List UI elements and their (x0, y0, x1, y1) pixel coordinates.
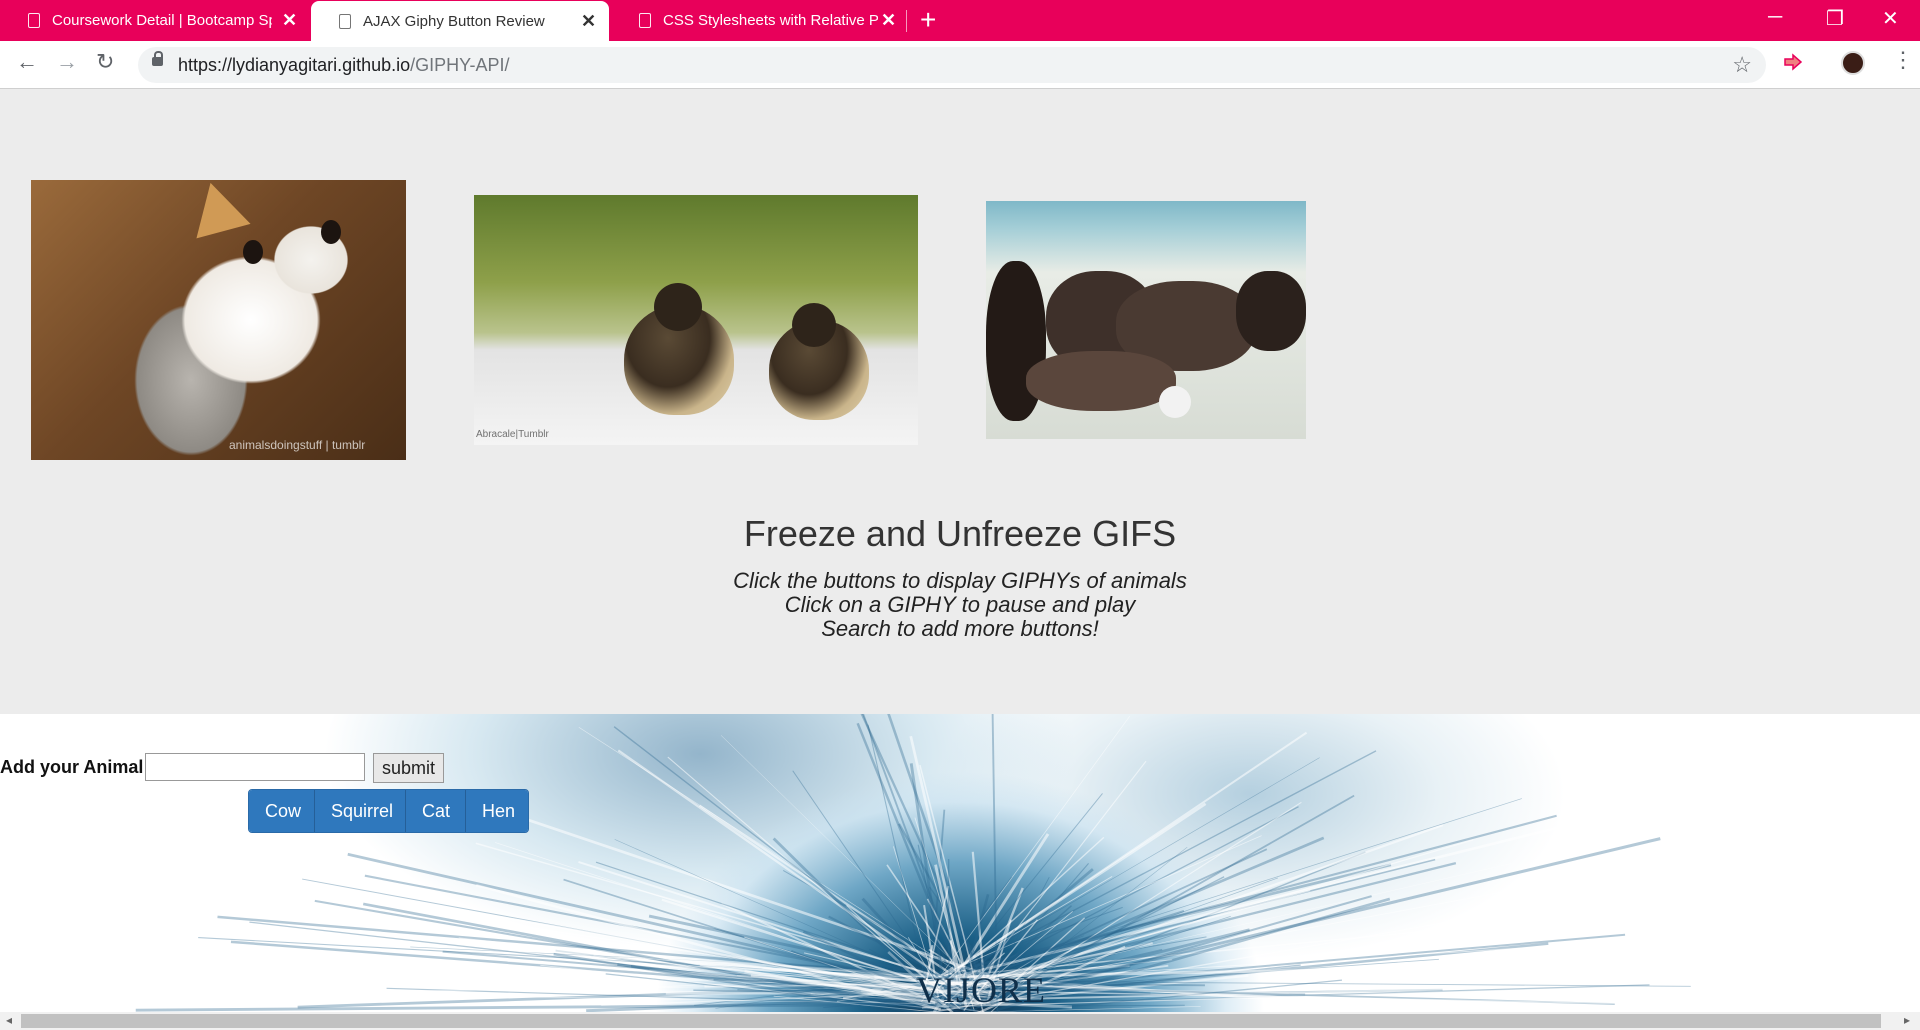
gif-image-puppies[interactable] (986, 201, 1306, 439)
brand-logo: VIJORE (916, 970, 1046, 1010)
kitten-ear (183, 180, 251, 239)
animal-button-group: Cow Squirrel Cat Hen (248, 789, 529, 833)
restore-button[interactable]: ❐ (1826, 6, 1844, 31)
splash-stroke (135, 1002, 970, 1012)
tab-title: Coursework Detail | Bootcamp Sp (52, 12, 272, 29)
puppy (1236, 271, 1306, 351)
scroll-thumb[interactable] (21, 1014, 1881, 1028)
address-bar[interactable]: https://lydianyagitari.github.io/GIPHY-A… (138, 47, 1766, 83)
back-button[interactable]: ← (16, 49, 38, 75)
animal-input[interactable] (145, 753, 365, 781)
scroll-left-arrow[interactable]: ◂ (6, 1013, 12, 1027)
ball (1159, 386, 1191, 418)
close-icon[interactable]: ✕ (881, 10, 896, 31)
bookmark-star-icon[interactable]: ☆ (1732, 52, 1752, 78)
page-icon (28, 13, 40, 28)
tab-ajax-giphy[interactable]: AJAX Giphy Button Review ✕ (311, 1, 609, 41)
instruction-line: Click on a GIPHY to pause and play (784, 592, 1136, 617)
new-tab-button[interactable]: + (920, 4, 936, 36)
scroll-right-arrow[interactable]: ▸ (1904, 1013, 1910, 1027)
instruction-line: Click the buttons to display GIPHYs of a… (733, 568, 1187, 593)
menu-icon[interactable]: ⋮ (1892, 47, 1914, 73)
duckling-head (792, 303, 836, 347)
url-path: /GIPHY-API/ (410, 55, 510, 75)
tab-title: CSS Stylesheets with Relative Pat (663, 12, 878, 29)
browser-toolbar: ← → ↻ https://lydianyagitari.github.io/G… (0, 41, 1920, 89)
kitten-eye (243, 240, 263, 264)
instruction-line: Search to add more buttons! (821, 616, 1099, 641)
page-icon (339, 13, 351, 29)
gif-image-kitten[interactable]: animalsdoingstuff | tumblr (31, 180, 406, 460)
minimize-button[interactable]: ─ (1768, 6, 1782, 29)
tab-title: AJAX Giphy Button Review (363, 12, 545, 30)
reload-button[interactable]: ↻ (96, 49, 114, 75)
submit-button[interactable]: submit (373, 753, 444, 783)
url-text[interactable]: https://lydianyagitari.github.io/GIPHY-A… (178, 55, 510, 76)
add-animal-label: Add your Animal (0, 757, 144, 777)
tab-css-stylesheets[interactable]: CSS Stylesheets with Relative Pat ✕ (611, 0, 911, 41)
animal-button-hen[interactable]: Hen (466, 790, 528, 832)
animal-button-cow[interactable]: Cow (249, 790, 315, 832)
animal-button-squirrel[interactable]: Squirrel (315, 790, 406, 832)
close-window-button[interactable]: ✕ (1882, 6, 1899, 31)
close-icon[interactable]: ✕ (282, 10, 297, 31)
extension-icon[interactable] (1782, 51, 1804, 73)
gif-image-ducklings[interactable]: Abracale|Tumblr (474, 195, 918, 445)
url-host: https://lydianyagitari.github.io (178, 55, 411, 75)
tab-strip: Coursework Detail | Bootcamp Sp ✕ AJAX G… (0, 0, 1920, 41)
puppy (1026, 351, 1176, 411)
animal-button-cat[interactable]: Cat (406, 790, 466, 832)
page-content: animalsdoingstuff | tumblr Abracale|Tumb… (0, 89, 1920, 1012)
kitten-eye (321, 220, 341, 244)
tab-divider (906, 10, 907, 32)
profile-avatar[interactable] (1841, 51, 1865, 75)
gif-watermark: Abracale|Tumblr (476, 429, 549, 440)
close-icon[interactable]: ✕ (581, 11, 596, 32)
page-title: Freeze and Unfreeze GIFS (743, 513, 1177, 554)
page-icon (639, 13, 651, 28)
gif-watermark: animalsdoingstuff | tumblr (229, 438, 366, 452)
lock-icon (152, 51, 163, 66)
duckling-head (654, 283, 702, 331)
forward-button[interactable]: → (56, 49, 78, 75)
tab-coursework[interactable]: Coursework Detail | Bootcamp Sp ✕ (0, 0, 300, 41)
horizontal-scrollbar[interactable]: ◂ ▸ (0, 1012, 1920, 1030)
